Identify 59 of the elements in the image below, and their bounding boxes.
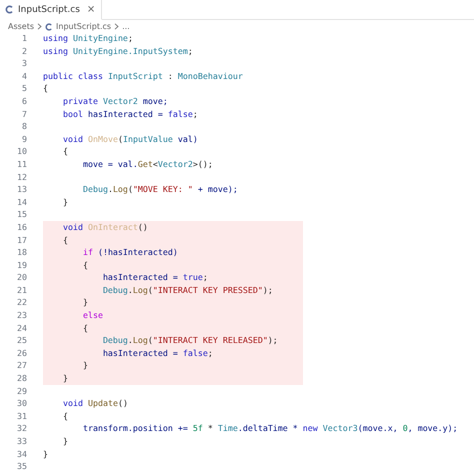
code-line: } xyxy=(43,448,48,460)
chevron-icon xyxy=(37,23,42,30)
line-number: 11 xyxy=(16,158,28,171)
code-line: move = val.Get<Vector2>(); xyxy=(82,158,213,171)
line-number: 28 xyxy=(16,372,28,385)
line-number: 25 xyxy=(16,334,28,347)
line-number: 34 xyxy=(16,448,28,460)
file-type-icon xyxy=(5,5,14,14)
line-number: 23 xyxy=(16,309,28,322)
code-line: transform.position += 5f * Time.deltaTime * new Vector3(move.x, 0, move.y); xyxy=(82,422,458,435)
line-number: 32 xyxy=(16,422,28,435)
line-number: 20 xyxy=(16,271,28,284)
code-line: { xyxy=(62,145,68,158)
code-line: Debug.Log("MOVE KEY: " + move); xyxy=(82,183,238,196)
close-icon[interactable]: × xyxy=(86,4,96,15)
line-number: 6 xyxy=(21,94,28,108)
code-line: void OnMove(InputValue val) xyxy=(62,132,198,146)
line-number: 26 xyxy=(16,346,28,360)
line-number: 12 xyxy=(16,170,28,184)
code-line: } xyxy=(62,196,68,208)
line-number: 35 xyxy=(16,460,28,473)
code-line: public class InputScript : MonoBehaviour xyxy=(43,70,243,82)
code-line: void Update() xyxy=(62,397,128,410)
line-number: 16 xyxy=(16,220,28,234)
file-type-icon xyxy=(45,22,54,30)
line-number: 31 xyxy=(16,410,28,422)
code-line: using UnityEngine; xyxy=(43,32,133,45)
line-number: 10 xyxy=(16,145,28,158)
code-line: { xyxy=(62,410,68,422)
line-number: 30 xyxy=(16,397,28,410)
breadcrumb-item[interactable]: Assets xyxy=(8,22,34,31)
chevron-icon xyxy=(114,23,120,30)
line-number: 27 xyxy=(16,359,28,372)
line-number: 22 xyxy=(16,296,28,310)
line-number: 9 xyxy=(21,132,28,146)
line-number: 13 xyxy=(16,183,28,196)
line-number: 14 xyxy=(16,196,28,208)
line-number: 17 xyxy=(16,234,28,246)
line-number: 33 xyxy=(16,435,28,448)
line-number: 1 xyxy=(21,32,28,45)
line-number: 7 xyxy=(21,108,28,120)
line-number: 8 xyxy=(21,120,28,133)
line-number: 5 xyxy=(21,82,28,95)
breadcrumb-item[interactable]: ... xyxy=(122,22,130,31)
code-line: bool hasInteracted = false; xyxy=(62,108,198,120)
code-line: using UnityEngine.InputSystem; xyxy=(43,44,193,58)
line-number: 3 xyxy=(21,57,28,70)
line-number: 2 xyxy=(21,44,28,58)
line-number: 29 xyxy=(16,384,28,398)
code-line: } xyxy=(62,435,68,448)
code-line: { xyxy=(43,82,48,95)
breadcrumb-item[interactable]: InputScript.cs xyxy=(56,22,112,31)
line-number: 4 xyxy=(21,70,28,82)
line-number: 21 xyxy=(16,284,28,296)
line-number: 18 xyxy=(16,246,28,259)
line-number: 24 xyxy=(16,322,28,334)
line-number: 15 xyxy=(16,208,28,221)
line-number: 19 xyxy=(16,258,28,272)
code-line: private Vector2 move; xyxy=(62,94,168,108)
